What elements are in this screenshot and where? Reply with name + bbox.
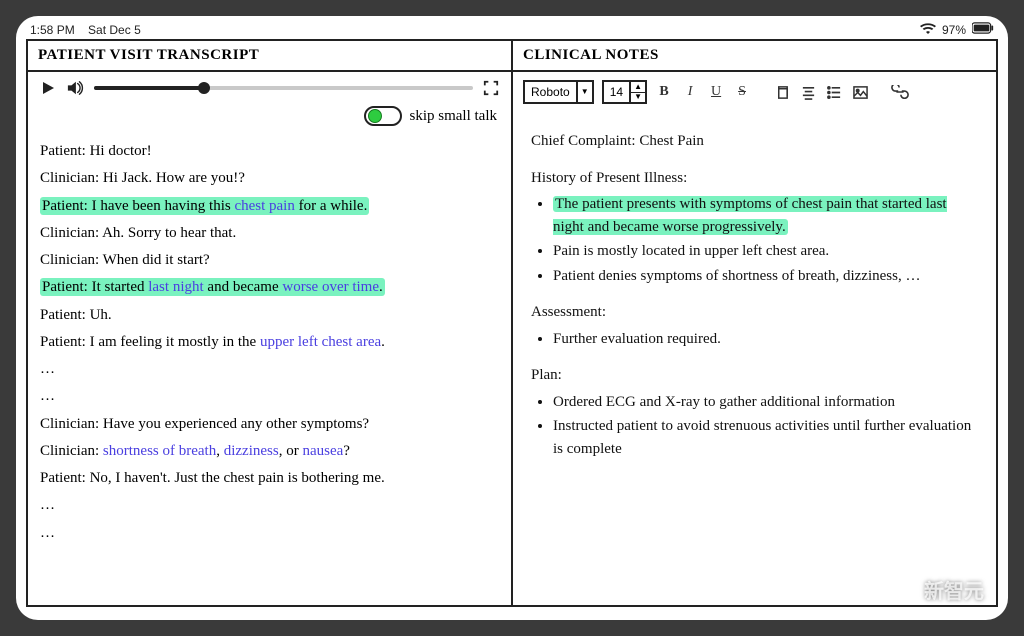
italic-icon[interactable]: I xyxy=(681,83,699,101)
transcript-line: Clinician: Have you experienced any othe… xyxy=(40,413,499,436)
transcript-line: … xyxy=(40,522,499,545)
play-icon[interactable] xyxy=(40,80,56,96)
transcript-line: Clinician: shortness of breath, dizzines… xyxy=(40,440,499,463)
transcript-line: … xyxy=(40,494,499,517)
spinner-icon[interactable]: ▲▼ xyxy=(629,82,645,102)
skip-small-talk-toggle[interactable] xyxy=(364,106,402,126)
status-date: Sat Dec 5 xyxy=(88,23,141,37)
status-right: 97% xyxy=(920,22,994,37)
transcript-line: … xyxy=(40,385,499,408)
transcript-panel: PATIENT VISIT TRANSCRIPT xyxy=(26,39,512,607)
font-family-value: Roboto xyxy=(525,82,576,102)
transcript-line: … xyxy=(40,358,499,381)
note-item: Instructed patient to avoid strenuous ac… xyxy=(553,415,978,460)
plan-heading: Plan: xyxy=(531,364,978,387)
notes-panel: CLINICAL NOTES Roboto ▼ 14 ▲▼ B I U S xyxy=(512,39,998,607)
notes-title: CLINICAL NOTES xyxy=(512,39,998,72)
note-item: Further evaluation required. xyxy=(553,328,978,351)
font-size-value: 14 xyxy=(604,82,629,102)
skip-small-talk-label: skip small talk xyxy=(410,108,498,125)
fullscreen-icon[interactable] xyxy=(483,80,499,96)
strike-icon[interactable]: S xyxy=(733,83,751,101)
hpi-heading: History of Present Illness: xyxy=(531,167,978,190)
audio-progress[interactable] xyxy=(94,86,473,90)
transcript-line: Patient: Uh. xyxy=(40,304,499,327)
underline-icon[interactable]: U xyxy=(707,83,725,101)
wifi-icon xyxy=(920,22,936,37)
note-item: Patient denies symptoms of shortness of … xyxy=(553,265,978,288)
assessment-list: Further evaluation required. xyxy=(531,328,978,351)
dropdown-icon[interactable]: ▼ xyxy=(576,82,592,102)
watermark-text: 新智元 xyxy=(924,575,984,604)
note-item: Pain is mostly located in upper left che… xyxy=(553,240,978,263)
bold-icon[interactable]: B xyxy=(655,83,673,101)
transcript-line: Clinician: Ah. Sorry to hear that. xyxy=(40,222,499,245)
watermark: 新智元 xyxy=(892,575,984,604)
watermark-icon xyxy=(892,577,918,603)
hpi-list: The patient presents with symptoms of ch… xyxy=(531,193,978,287)
transcript-line: Clinician: When did it start? xyxy=(40,249,499,272)
copy-icon[interactable] xyxy=(773,83,791,101)
tablet-frame: 1:58 PM Sat Dec 5 97% PATIENT VISIT TRAN… xyxy=(16,16,1008,620)
transcript-line: Patient: Hi doctor! xyxy=(40,140,499,163)
notes-body[interactable]: Chief Complaint: Chest Pain History of P… xyxy=(523,110,986,460)
transcript-line: Clinician: Hi Jack. How are you!? xyxy=(40,167,499,190)
note-item: The patient presents with symptoms of ch… xyxy=(553,193,978,238)
assessment-heading: Assessment: xyxy=(531,301,978,324)
link-icon[interactable] xyxy=(891,83,909,101)
chief-complaint: Chief Complaint: Chest Pain xyxy=(531,130,978,153)
battery-percent: 97% xyxy=(942,23,966,37)
image-icon[interactable] xyxy=(851,83,869,101)
battery-icon xyxy=(972,22,994,37)
transcript-body: Patient: Hi doctor! Clinician: Hi Jack. H… xyxy=(38,140,501,545)
list-icon[interactable] xyxy=(825,83,843,101)
transcript-line: Patient: No, I haven't. Just the chest p… xyxy=(40,467,499,490)
plan-list: Ordered ECG and X-ray to gather addition… xyxy=(531,391,978,461)
transcript-line: Patient: I have been having this chest p… xyxy=(40,195,499,218)
note-item: Ordered ECG and X-ray to gather addition… xyxy=(553,391,978,414)
status-left: 1:58 PM Sat Dec 5 xyxy=(30,23,141,37)
transcript-title: PATIENT VISIT TRANSCRIPT xyxy=(26,39,512,72)
audio-controls xyxy=(38,80,501,100)
transcript-line: Patient: I am feeling it mostly in the u… xyxy=(40,331,499,354)
align-icon[interactable] xyxy=(799,83,817,101)
status-bar: 1:58 PM Sat Dec 5 97% xyxy=(16,16,1008,39)
font-size-select[interactable]: 14 ▲▼ xyxy=(602,80,647,104)
volume-icon[interactable] xyxy=(66,80,84,96)
editor-toolbar: Roboto ▼ 14 ▲▼ B I U S xyxy=(523,80,986,110)
status-time: 1:58 PM xyxy=(30,23,75,37)
transcript-line: Patient: It started last night and becam… xyxy=(40,276,499,299)
font-family-select[interactable]: Roboto ▼ xyxy=(523,80,594,104)
